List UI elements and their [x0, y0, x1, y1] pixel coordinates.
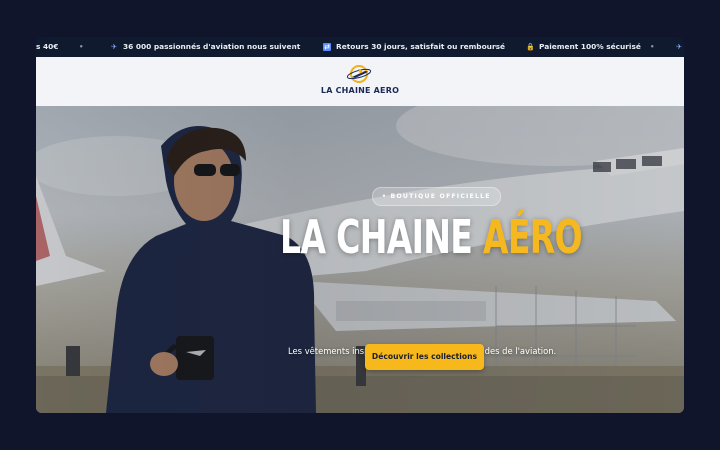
announcement-text: s 40€	[36, 42, 59, 51]
discover-collections-button[interactable]: Découvrir les collections	[365, 344, 484, 370]
announcement-item-shipping: s 40€	[36, 37, 58, 57]
announcement-item-payment: 🔒 Paiement 100% sécurisé	[526, 37, 641, 57]
announcement-text: Retours 30 jours, satisfait ou remboursé	[336, 42, 505, 51]
hero-banner: • BOUTIQUE OFFICIELLE LA CHAINE AÉRO Les…	[36, 106, 684, 413]
hero-title-accent: AÉRO	[482, 210, 583, 264]
browser-viewport: s 40€ • ✈ 36 000 passionnés d'aviation n…	[36, 37, 684, 413]
airplane-icon: ✈	[111, 43, 117, 51]
separator-dot: •	[650, 43, 655, 51]
separator-dot: •	[79, 43, 84, 51]
site-header: LA CHAINE AERO	[36, 57, 684, 106]
official-shop-badge: • BOUTIQUE OFFICIELLE	[372, 187, 501, 206]
brand-logo[interactable]: LA CHAINE AERO	[36, 63, 684, 95]
announcement-item-next: ✈	[675, 37, 683, 57]
announcement-item-followers: ✈ 36 000 passionnés d'aviation nous suiv…	[110, 37, 300, 57]
hero-title: LA CHAINE AÉRO	[280, 210, 583, 264]
hero-title-main: LA CHAINE	[280, 210, 483, 264]
airplane-icon: ✈	[676, 43, 682, 51]
announcement-text: 36 000 passionnés d'aviation nous suiven…	[123, 42, 301, 51]
separator-dot: •	[494, 43, 499, 51]
announcement-item-returns: ⇄ Retours 30 jours, satisfait ou rembour…	[323, 37, 505, 57]
padlock-icon: 🔒	[526, 43, 535, 51]
return-box-icon: ⇄	[323, 43, 331, 51]
announcement-text: Paiement 100% sécurisé	[539, 42, 641, 51]
separator-dot: •	[291, 43, 296, 51]
announcement-bar: s 40€ • ✈ 36 000 passionnés d'aviation n…	[36, 37, 684, 57]
brand-name: LA CHAINE AERO	[320, 86, 400, 95]
globe-plane-logo-icon	[346, 65, 372, 83]
